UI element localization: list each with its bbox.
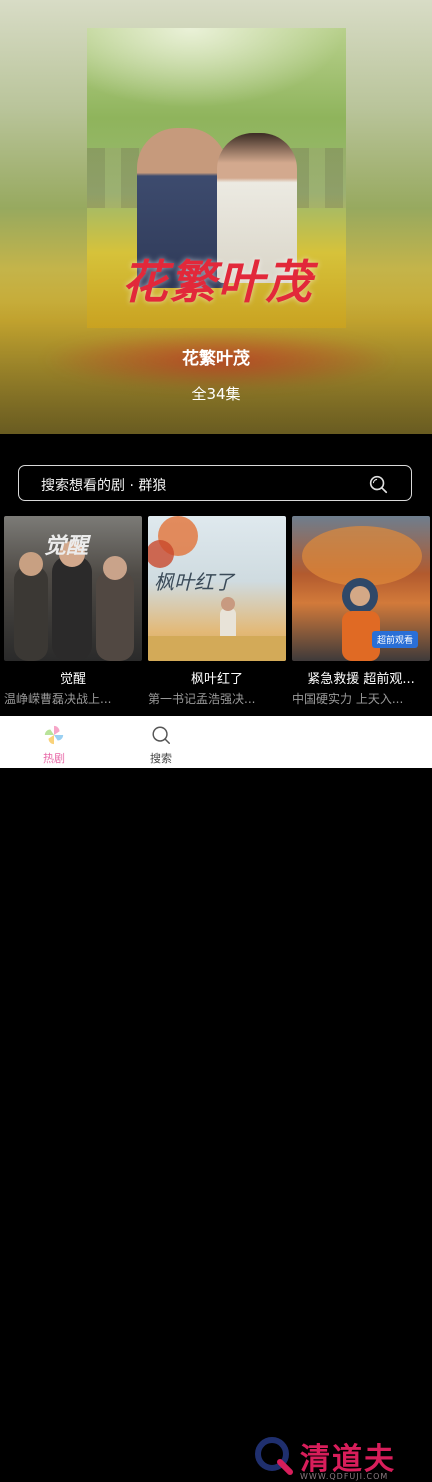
tab-hot-dramas[interactable]: 热剧 xyxy=(24,716,84,768)
drama-description: 中国硬实力 上天入... xyxy=(292,692,404,706)
tab-label: 搜索 xyxy=(150,752,172,765)
early-access-badge: 超前观看 xyxy=(372,631,419,648)
drama-thumbnail[interactable]: 超前观看 xyxy=(292,516,430,661)
pinwheel-icon xyxy=(44,725,64,745)
tab-label: 热剧 xyxy=(43,752,65,765)
search-tab-icon xyxy=(152,726,170,744)
drama-name: 枫叶红了 xyxy=(190,672,243,687)
watermark-url: WWW.QDFUJI.COM xyxy=(300,1472,389,1481)
hero-banner[interactable]: 花繁叶茂 花繁叶茂 全34集 xyxy=(0,0,432,434)
search-icon[interactable] xyxy=(367,473,389,495)
hero-poster[interactable]: 花繁叶茂 xyxy=(87,28,346,328)
drama-card[interactable]: 枫叶红了 枫叶红了 第一书记孟浩强决... xyxy=(148,516,286,706)
watermark-logo-icon xyxy=(255,1437,293,1475)
drama-name: 紧急救援 超前观... xyxy=(307,672,415,687)
watermark: 清道夫 WWW.QDFUJI.COM xyxy=(254,1434,428,1482)
drama-thumbnail[interactable]: 觉醒 xyxy=(4,516,142,661)
search-input[interactable]: 搜索想看的剧 · 群狼 xyxy=(18,465,412,501)
drama-thumbnail[interactable]: 枫叶红了 xyxy=(148,516,286,661)
drama-name: 觉醒 xyxy=(59,672,86,687)
drama-description: 第一书记孟浩强决... xyxy=(148,692,256,706)
drama-card-list: 觉醒 觉醒 温峥嵘曹磊决战上... 枫叶红了 枫叶红了 第一书记孟浩强决... xyxy=(0,516,432,706)
poster-title-art: 花繁叶茂 xyxy=(121,255,314,309)
drama-card[interactable]: 觉醒 觉醒 温峥嵘曹磊决战上... xyxy=(4,516,142,706)
hero-episode-count: 全34集 xyxy=(191,385,241,403)
drama-description: 温峥嵘曹磊决战上... xyxy=(4,692,112,706)
thumbnail-title-art: 枫叶红了 xyxy=(154,570,234,594)
search-placeholder: 搜索想看的剧 · 群狼 xyxy=(41,478,167,494)
thumbnail-title-art: 觉醒 xyxy=(44,534,89,559)
hero-show-title: 花繁叶茂 xyxy=(182,349,250,369)
bottom-tab-bar: 热剧 搜索 清道夫 WWW.QDFUJI.COM xyxy=(0,716,432,1481)
tab-search[interactable]: 搜索 xyxy=(131,716,191,768)
drama-card[interactable]: 超前观看 紧急救援 超前观... 中国硬实力 上天入... xyxy=(292,516,430,706)
